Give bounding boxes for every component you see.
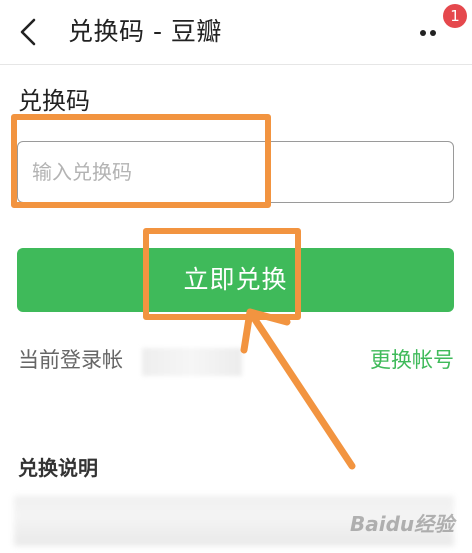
annotation-arrow-icon [240,308,356,470]
